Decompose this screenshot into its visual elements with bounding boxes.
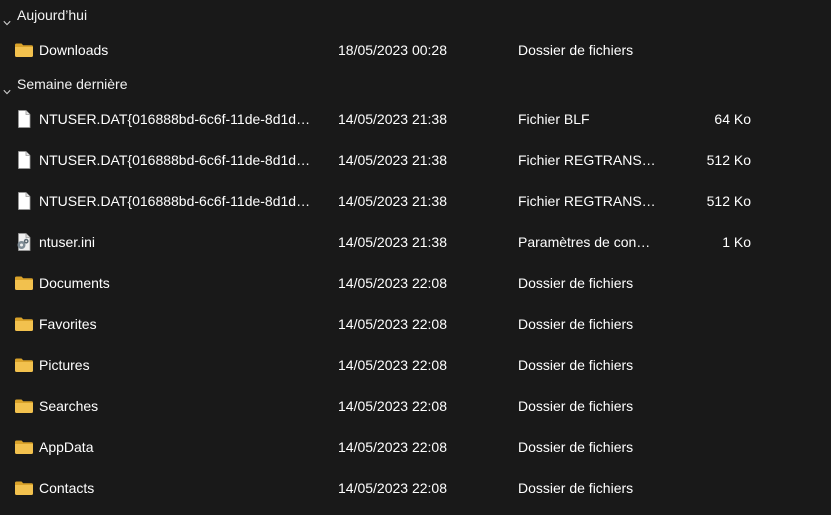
file-list: Aujourd’hui Downloads 18/05/2023 00:28 Doss… [0,0,831,515]
group-header[interactable]: Semaine dernière [0,73,831,95]
item-type: Fichier REGTRANS… [518,152,656,168]
list-item[interactable]: AppData 14/05/2023 22:08 Dossier de fichie… [0,435,831,459]
item-name: Contacts [39,480,95,496]
item-date-modified: 14/05/2023 22:08 [338,480,447,496]
item-type: Fichier BLF [518,111,590,127]
folder-icon [14,437,34,457]
file-icon [14,150,34,170]
item-date-modified: 14/05/2023 21:38 [338,152,447,168]
group-label: Semaine dernière [17,76,128,92]
chevron-down-icon[interactable] [3,11,11,26]
folder-icon [14,273,34,293]
list-item[interactable]: NTUSER.DAT{016888bd-6c6f-11de-8d1d… 14/05… [0,148,831,172]
list-item[interactable]: NTUSER.DAT{016888bd-6c6f-11de-8d1d… 14/05… [0,107,831,131]
item-type: Dossier de fichiers [518,439,634,455]
item-date-modified: 14/05/2023 22:08 [338,398,447,414]
list-item[interactable]: Favorites 14/05/2023 22:08 Dossier de fich… [0,312,831,336]
group-header[interactable]: Aujourd’hui [0,4,831,26]
item-date-modified: 14/05/2023 21:38 [338,193,447,209]
folder-icon [14,396,34,416]
settings-file-icon [14,232,34,252]
item-date-modified: 14/05/2023 22:08 [338,275,447,291]
list-item[interactable]: Downloads 18/05/2023 00:28 Dossier de fich… [0,38,831,62]
item-name: AppData [39,439,94,455]
file-icon [14,191,34,211]
item-size: 512 Ko [706,193,751,209]
list-item[interactable]: Documents 14/05/2023 22:08 Dossier de fich… [0,271,831,295]
item-date-modified: 14/05/2023 21:38 [338,234,447,250]
item-name: NTUSER.DAT{016888bd-6c6f-11de-8d1d… [39,152,311,168]
item-name: Documents [39,275,110,291]
folder-icon [14,355,34,375]
list-item[interactable]: Pictures 14/05/2023 22:08 Dossier de fichi… [0,353,831,377]
item-type: Paramètres de con… [518,234,651,250]
item-size: 64 Ko [714,111,751,127]
item-name: Searches [39,398,99,414]
item-type: Dossier de fichiers [518,275,634,291]
item-name: Downloads [39,42,109,58]
item-name: NTUSER.DAT{016888bd-6c6f-11de-8d1d… [39,193,311,209]
item-size: 1 Ko [722,234,751,250]
folder-icon [14,40,34,60]
item-type: Dossier de fichiers [518,42,634,58]
item-size: 512 Ko [706,152,751,168]
item-name: Favorites [39,316,97,332]
item-date-modified: 14/05/2023 22:08 [338,316,447,332]
list-item[interactable]: Searches 14/05/2023 22:08 Dossier de fichi… [0,394,831,418]
item-date-modified: 14/05/2023 22:08 [338,357,447,373]
item-date-modified: 14/05/2023 21:38 [338,111,447,127]
list-item[interactable]: NTUSER.DAT{016888bd-6c6f-11de-8d1d… 14/05… [0,189,831,213]
item-name: NTUSER.DAT{016888bd-6c6f-11de-8d1d… [39,111,311,127]
item-name: Pictures [39,357,90,373]
item-type: Fichier REGTRANS… [518,193,656,209]
folder-icon [14,478,34,498]
item-date-modified: 14/05/2023 22:08 [338,439,447,455]
folder-icon [14,314,34,334]
item-type: Dossier de fichiers [518,398,634,414]
item-date-modified: 18/05/2023 00:28 [338,42,447,58]
item-type: Dossier de fichiers [518,316,634,332]
item-type: Dossier de fichiers [518,357,634,373]
item-type: Dossier de fichiers [518,480,634,496]
list-item[interactable]: ntuser.ini 14/05/2023 21:38 Paramètres de … [0,230,831,254]
item-name: ntuser.ini [39,234,96,250]
file-icon [14,109,34,129]
list-item[interactable]: Contacts 14/05/2023 22:08 Dossier de fichi… [0,476,831,500]
chevron-down-icon[interactable] [3,80,11,95]
group-label: Aujourd’hui [17,7,88,23]
